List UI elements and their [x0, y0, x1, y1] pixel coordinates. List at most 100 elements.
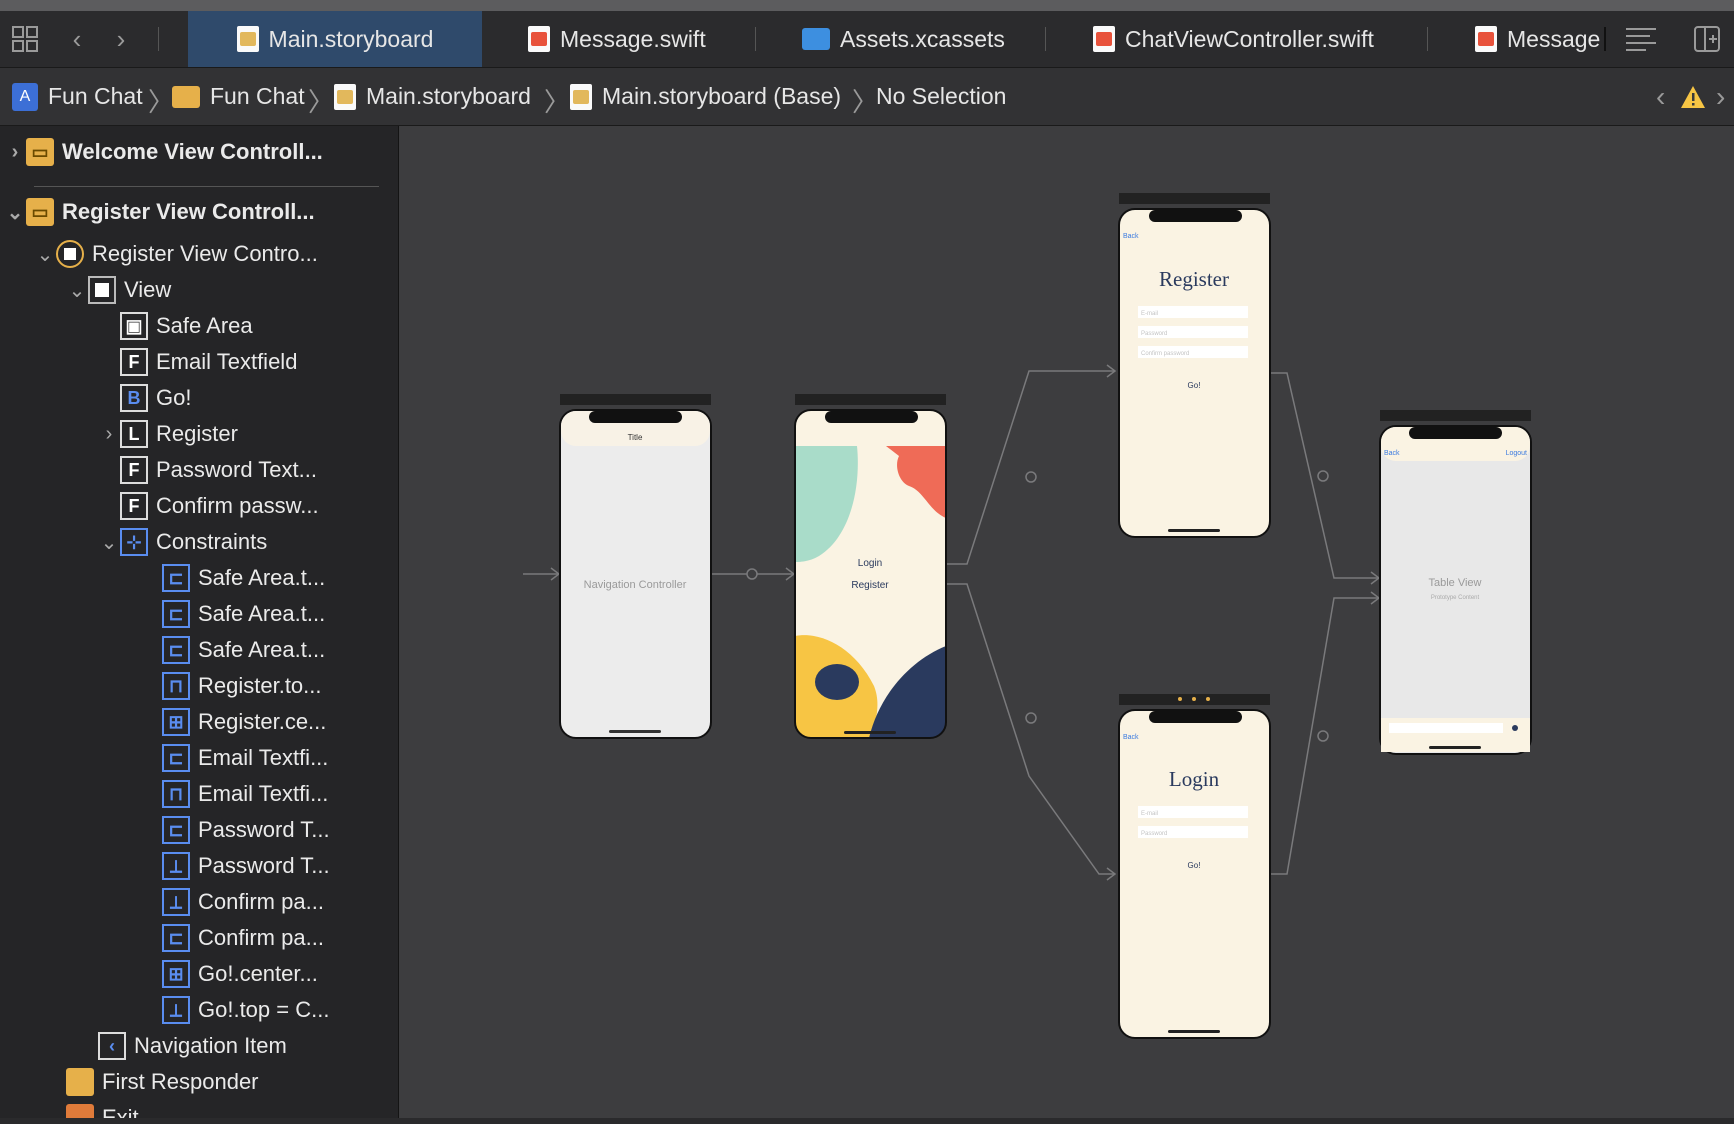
constraint-icon: ⊞: [162, 708, 190, 736]
register-go-button[interactable]: Go!: [1188, 381, 1201, 390]
register-confirm-placeholder: Confirm password: [1141, 351, 1189, 357]
outline-email-textfield[interactable]: F Email Textfield: [120, 344, 297, 380]
folder-icon: [172, 85, 200, 108]
grid-icon[interactable]: [8, 22, 42, 56]
outline-constraint-item[interactable]: ⊏ Safe Area.t...: [162, 596, 325, 632]
tab-divider: [1427, 27, 1428, 51]
outline-constraint-item[interactable]: ⊞ Register.ce...: [162, 704, 326, 740]
tab-label: Message: [1507, 25, 1601, 52]
outline-safe-area[interactable]: ▣ Safe Area: [120, 308, 253, 344]
disclosure-collapsed-icon[interactable]: ›: [98, 423, 120, 446]
register-back-button[interactable]: Back: [1123, 233, 1139, 240]
outline-go-button[interactable]: B Go!: [120, 380, 191, 416]
outline-constraint-item[interactable]: ⊏ Password T...: [162, 812, 330, 848]
outline-password-textfield[interactable]: F Password Text...: [120, 452, 317, 488]
login-title: Login: [1169, 767, 1220, 791]
outline-constraint-item[interactable]: ⊏ Confirm pa...: [162, 920, 324, 956]
login-back-button[interactable]: Back: [1123, 734, 1139, 741]
login-scene[interactable]: Back Login E-mail Password Go!: [1118, 694, 1271, 1039]
button-icon: B: [120, 384, 148, 412]
tab-message-truncated[interactable]: Message: [1475, 11, 1602, 67]
storyboard-canvas[interactable]: Title Navigation Controller Login Regist…: [399, 126, 1734, 1124]
outline-constraint-item[interactable]: ⟂ Confirm pa...: [162, 884, 324, 920]
swift-file-icon: [528, 26, 550, 52]
breadcrumb-selection[interactable]: No Selection: [876, 68, 1006, 125]
breadcrumb-project[interactable]: A Fun Chat: [12, 68, 143, 125]
back-arrow-icon[interactable]: ‹: [60, 22, 94, 56]
tab-message-swift[interactable]: Message.swift: [528, 11, 728, 67]
outline-label: Go!.center...: [198, 961, 318, 986]
notch: [589, 411, 682, 423]
scene-icon: ▭: [26, 138, 54, 166]
chat-back-button[interactable]: Back: [1384, 450, 1400, 457]
outline-constraint-item[interactable]: ⟂ Password T...: [162, 848, 330, 884]
outline-constraint-item[interactable]: ⊏ Safe Area.t...: [162, 632, 325, 668]
outline-constraint-item[interactable]: ⊓ Register.to...: [162, 668, 322, 704]
outline-constraint-item[interactable]: ⟂ Go!.top = C...: [162, 992, 329, 1028]
breadcrumb-label: Fun Chat: [48, 83, 143, 109]
outline-register-vc[interactable]: ⌄ Register View Contro...: [34, 236, 318, 272]
breadcrumb-file[interactable]: Main.storyboard: [334, 68, 531, 125]
outline-confirm-password[interactable]: F Confirm passw...: [120, 488, 319, 524]
outline-constraint-item[interactable]: ⊞ Go!.center...: [162, 956, 318, 992]
navigation-controller-scene[interactable]: Title Navigation Controller: [559, 394, 712, 739]
chat-message-field[interactable]: [1389, 723, 1503, 733]
outline-welcome-scene[interactable]: › ▭ Welcome View Controll...: [4, 134, 323, 170]
tab-main-storyboard[interactable]: Main.storyboard: [188, 11, 482, 67]
chat-logout-button[interactable]: Logout: [1506, 450, 1527, 457]
tab-label: Message.swift: [560, 25, 706, 52]
notch: [1149, 210, 1242, 222]
disclosure-expanded-icon[interactable]: ⌄: [98, 530, 120, 555]
welcome-register-button[interactable]: Register: [851, 580, 889, 591]
outline-label: Confirm passw...: [156, 493, 319, 518]
welcome-scene[interactable]: Login Register: [794, 394, 947, 739]
forward-arrow-icon[interactable]: ›: [104, 22, 138, 56]
outline-constraint-item[interactable]: ⊏ Safe Area.t...: [162, 560, 325, 596]
breadcrumb-base[interactable]: Main.storyboard (Base): [570, 68, 841, 125]
login-email-placeholder: E-mail: [1141, 811, 1158, 817]
previous-issue-icon[interactable]: ‹: [1656, 68, 1665, 125]
outline-constraint-item[interactable]: ⊏ Email Textfi...: [162, 740, 328, 776]
outline-constraints[interactable]: ⌄ ⊹ Constraints: [98, 524, 267, 560]
add-editor-icon[interactable]: [1690, 22, 1724, 56]
disclosure-expanded-icon[interactable]: ⌄: [66, 278, 88, 303]
register-title: Register: [1159, 267, 1229, 291]
outline-label: Confirm pa...: [198, 889, 324, 914]
editor-options-icon[interactable]: [1624, 22, 1658, 56]
warning-icon[interactable]: [1680, 68, 1706, 125]
constraint-icon: ⊏: [162, 924, 190, 952]
send-icon[interactable]: [1512, 725, 1518, 731]
outline-label: Safe Area.t...: [198, 637, 326, 662]
disclosure-expanded-icon[interactable]: ⌄: [34, 242, 56, 267]
outline-label: Password Text...: [156, 457, 317, 482]
breadcrumb-label: No Selection: [876, 83, 1007, 109]
outline-label: Email Textfi...: [198, 781, 329, 806]
outline-navigation-item[interactable]: ‹ Navigation Item: [98, 1028, 287, 1064]
outline-label: Register View Contro...: [92, 241, 318, 266]
constraint-icon: ⊓: [162, 672, 190, 700]
constraint-icon: ⊏: [162, 600, 190, 628]
disclosure-expanded-icon[interactable]: ⌄: [4, 200, 26, 225]
register-password-placeholder: Password: [1141, 331, 1167, 337]
outline-label: View: [124, 277, 172, 302]
outline-label: Register: [156, 421, 238, 446]
assets-folder-icon: [802, 28, 830, 50]
register-scene[interactable]: Back Register E-mail Password Confirm pa…: [1118, 193, 1271, 538]
document-outline: › ▭ Welcome View Controll... ⌄ ▭ Registe…: [0, 126, 399, 1124]
disclosure-collapsed-icon[interactable]: ›: [4, 141, 26, 164]
constraints-icon: ⊹: [120, 528, 148, 556]
tab-assets[interactable]: Assets.xcassets: [802, 11, 1022, 67]
login-go-button[interactable]: Go!: [1188, 861, 1201, 870]
scene-icon: ▭: [26, 198, 54, 226]
outline-register-scene[interactable]: ⌄ ▭ Register View Controll...: [4, 194, 315, 230]
outline-constraint-item[interactable]: ⊓ Email Textfi...: [162, 776, 328, 812]
outline-first-responder[interactable]: First Responder: [66, 1064, 259, 1100]
welcome-login-button[interactable]: Login: [858, 558, 882, 569]
outline-view[interactable]: ⌄ View: [66, 272, 171, 308]
next-issue-icon[interactable]: ›: [1716, 68, 1725, 125]
chat-scene[interactable]: Back Logout Table View Prototype Content: [1379, 410, 1532, 755]
breadcrumb-group[interactable]: Fun Chat: [172, 68, 305, 125]
outline-register-label[interactable]: › L Register: [98, 416, 238, 452]
tab-chatviewcontroller[interactable]: ChatViewController.swift: [1093, 11, 1393, 67]
table-view-label: Table View: [1429, 577, 1482, 589]
